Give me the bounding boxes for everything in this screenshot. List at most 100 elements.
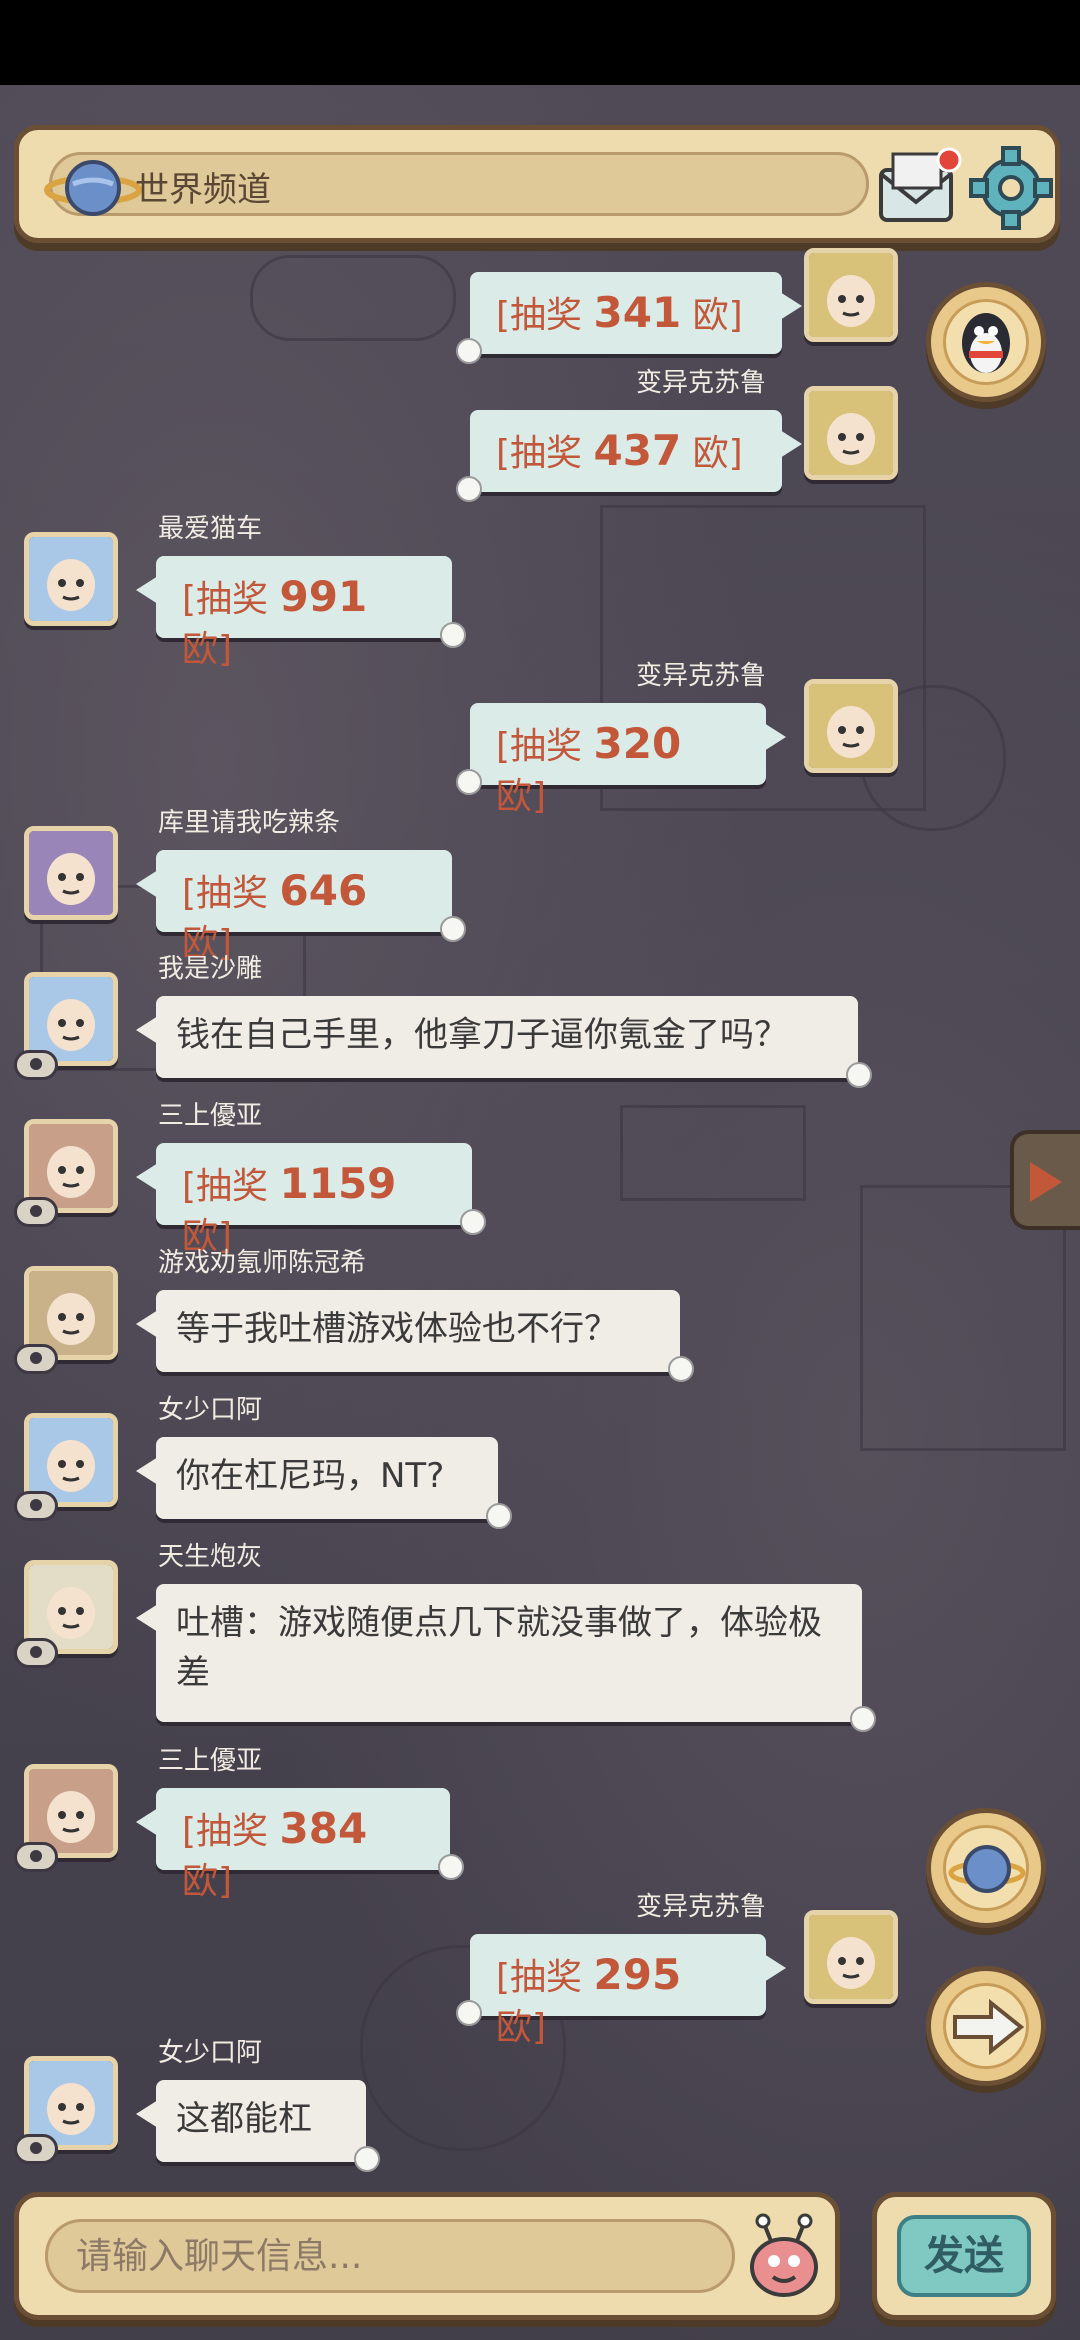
sender-name: 变异克苏鲁: [635, 661, 766, 691]
sender-name: 最爱猫车: [158, 514, 263, 544]
bubble-tail: [136, 1457, 158, 1485]
play-arrow-icon: [1030, 1162, 1062, 1202]
quote-icon: [456, 338, 482, 364]
input-bar: [14, 2192, 840, 2320]
channel-title: 世界频道: [135, 170, 271, 210]
lottery-currency: 欧: [692, 295, 729, 336]
lottery-message-bubble[interactable]: [抽奖 295 欧]: [456, 1934, 786, 2048]
gear-icon[interactable]: [967, 144, 1055, 232]
lottery-currency: 欧: [496, 776, 533, 817]
bubble-tail: [136, 1808, 158, 1836]
avatar-image: [809, 253, 893, 337]
quote-icon: [456, 476, 482, 502]
quote-icon: [354, 2146, 380, 2172]
lottery-message-bubble[interactable]: [抽奖 1159 欧]: [136, 1143, 486, 1257]
quote-icon: [456, 769, 482, 795]
next-button[interactable]: [926, 1966, 1046, 2086]
bubble-tail: [780, 430, 802, 458]
lottery-amount: 991: [279, 572, 368, 621]
lottery-word: 抽奖: [510, 726, 583, 767]
avatar[interactable]: [804, 248, 898, 342]
lottery-word: 抽奖: [196, 1811, 269, 1852]
bubble-tail: [136, 1163, 158, 1191]
world-channel-button[interactable]: [926, 1808, 1046, 1928]
lottery-message-bubble[interactable]: [抽奖 341 欧]: [456, 272, 802, 364]
lottery-message-bubble[interactable]: [抽奖 991 欧]: [136, 556, 466, 670]
eye-icon[interactable]: [14, 1638, 58, 1668]
lottery-text: [抽奖 437 欧]: [496, 426, 743, 475]
sender-name: 我是沙雕: [158, 954, 263, 984]
avatar[interactable]: [804, 679, 898, 773]
lottery-message-bubble[interactable]: [抽奖 320 欧]: [456, 703, 786, 817]
text-message-bubble[interactable]: 这都能杠: [136, 2080, 380, 2172]
text-message-bubble[interactable]: 吐槽：游戏随便点几下就没事做了，体验极差: [136, 1584, 876, 1732]
lottery-message-bubble[interactable]: [抽奖 384 欧]: [136, 1788, 464, 1902]
avatar-image: [29, 1769, 113, 1853]
emoji-icon[interactable]: [741, 2211, 827, 2301]
message-text: 吐槽：游戏随便点几下就没事做了，体验极差: [176, 1603, 822, 1693]
arrow-right-icon: [953, 1998, 1025, 2056]
sender-name: 游戏劝氪师陈冠希: [158, 1248, 367, 1278]
lottery-currency: 欧: [692, 433, 729, 474]
avatar-image: [29, 1418, 113, 1502]
quote-icon: [438, 1854, 464, 1880]
eye-icon[interactable]: [14, 1344, 58, 1374]
sender-name: 变异克苏鲁: [635, 368, 766, 398]
bubble-tail: [136, 1310, 158, 1338]
quote-icon: [460, 1209, 486, 1235]
eye-icon[interactable]: [14, 2134, 58, 2164]
avatar-image: [809, 1915, 893, 1999]
send-button-frame: 发送: [872, 2192, 1056, 2320]
expand-tab[interactable]: [1010, 1130, 1080, 1230]
eye-icon[interactable]: [14, 1050, 58, 1080]
sender-name: 三上優亚: [158, 1746, 263, 1776]
chat-input[interactable]: [45, 2219, 735, 2293]
avatar-image: [29, 1565, 113, 1649]
sender-name: 天生炮灰: [158, 1542, 263, 1572]
avatar-image: [809, 391, 893, 475]
sender-name: 女少口阿: [158, 1395, 263, 1425]
lottery-amount: 295: [593, 1950, 682, 1999]
eye-icon[interactable]: [14, 1842, 58, 1872]
lottery-message-bubble[interactable]: [抽奖 646 欧]: [136, 850, 466, 964]
planet-icon[interactable]: [43, 148, 143, 228]
lottery-word: 抽奖: [196, 579, 269, 620]
qq-button[interactable]: [926, 282, 1046, 402]
lottery-amount: 320: [593, 719, 682, 768]
avatar-image: [29, 537, 113, 621]
message-text: 这都能杠: [176, 2099, 312, 2139]
lottery-amount: 341: [593, 288, 682, 337]
quote-icon: [486, 1503, 512, 1529]
lottery-word: 抽奖: [196, 1166, 269, 1207]
eye-icon[interactable]: [14, 1491, 58, 1521]
quote-icon: [846, 1062, 872, 1088]
status-bar: [0, 0, 1080, 85]
text-message-bubble[interactable]: 等于我吐槽游戏体验也不行？: [136, 1290, 694, 1382]
bubble-tail: [136, 2100, 158, 2128]
planet-icon: [948, 1845, 1026, 1893]
lottery-amount: 646: [279, 866, 368, 915]
avatar[interactable]: [24, 826, 118, 920]
quote-icon: [850, 1706, 876, 1732]
lottery-message-bubble[interactable]: [抽奖 437 欧]: [456, 410, 802, 502]
eye-icon[interactable]: [14, 1197, 58, 1227]
avatar[interactable]: [804, 386, 898, 480]
message-text: 等于我吐槽游戏体验也不行？: [176, 1309, 618, 1349]
avatar-image: [29, 2061, 113, 2145]
bubble-tail: [136, 576, 158, 604]
avatar-image: [29, 1124, 113, 1208]
lottery-word: 抽奖: [510, 1957, 583, 1998]
text-message-bubble[interactable]: 你在杠尼玛，NT?: [136, 1437, 512, 1529]
bubble-tail: [764, 1954, 786, 1982]
avatar[interactable]: [804, 1910, 898, 2004]
avatar[interactable]: [24, 532, 118, 626]
text-message-bubble[interactable]: 钱在自己手里，他拿刀子逼你氪金了吗？: [136, 996, 872, 1088]
sender-name: 女少口阿: [158, 2038, 263, 2068]
mail-icon[interactable]: [875, 144, 965, 230]
send-button[interactable]: 发送: [897, 2215, 1031, 2297]
lottery-amount: 1159: [279, 1159, 397, 1208]
bubble-tail: [136, 870, 158, 898]
avatar-image: [29, 1271, 113, 1355]
qq-penguin-icon: [962, 313, 1010, 373]
lottery-amount: 437: [593, 426, 682, 475]
